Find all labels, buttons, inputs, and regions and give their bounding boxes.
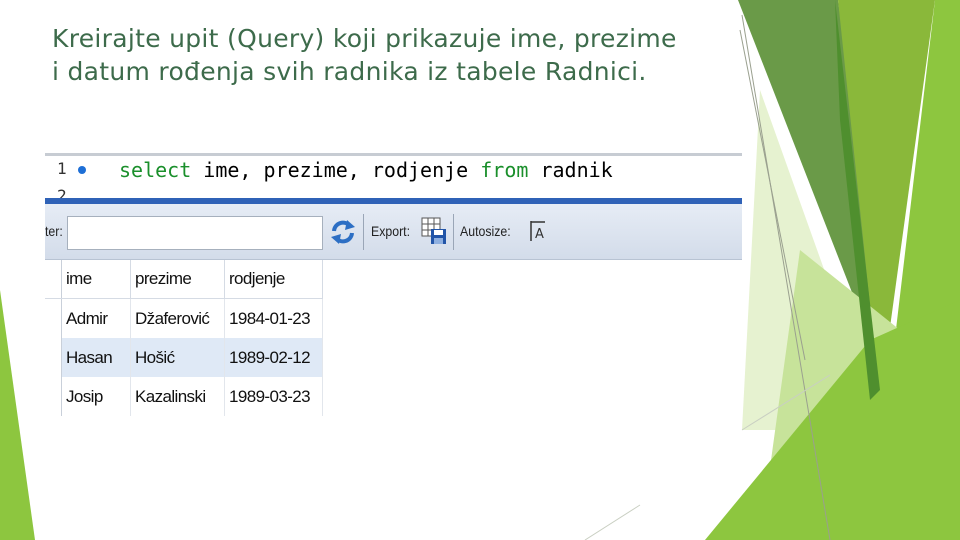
sql-code-line[interactable]: select ime, prezime, rodjenje from radni…	[119, 158, 613, 182]
column-header-prezime[interactable]: prezime	[130, 260, 225, 299]
column-header-rodjenje[interactable]: rodjenje	[224, 260, 323, 299]
result-grid[interactable]: ime prezime rodjenje Admir Džaferović 19…	[45, 260, 742, 423]
line-number: 1	[57, 159, 67, 178]
cell-rodjenje[interactable]: 1989-03-23	[224, 377, 323, 416]
export-label: Export:	[371, 223, 411, 239]
sql-table-name: radnik	[528, 158, 613, 182]
statement-marker-icon	[78, 166, 86, 174]
toolbar-separator	[363, 214, 364, 250]
filter-input[interactable]	[67, 216, 323, 250]
cell-prezime[interactable]: Kazalinski	[130, 377, 225, 416]
cell-ime[interactable]: Hasan	[61, 338, 131, 377]
thin-line-3	[584, 504, 641, 540]
mysql-workbench-screenshot: 1 2 select ime, prezime, rodjenje from r…	[45, 153, 742, 423]
refresh-icon[interactable]	[330, 218, 356, 250]
result-table: ime prezime rodjenje Admir Džaferović 19…	[45, 260, 323, 416]
row-header[interactable]	[45, 298, 62, 338]
cell-prezime[interactable]: Hošić	[130, 338, 225, 377]
row-header[interactable]	[45, 377, 62, 416]
sql-keyword-select: select	[119, 158, 192, 182]
slide-title: Kreirajte upit (Query) koji prikazuje im…	[52, 24, 677, 86]
cell-ime[interactable]: Josip	[61, 377, 131, 416]
table-row[interactable]: Josip Kazalinski 1989-03-23	[45, 377, 323, 416]
export-grid-icon[interactable]	[421, 217, 447, 249]
sql-keyword-from: from	[480, 158, 529, 182]
cell-ime[interactable]: Admir	[61, 298, 131, 338]
autosize-label: Autosize:	[460, 223, 511, 239]
result-toolbar: ter: Export: Autosize: A	[45, 204, 742, 260]
column-header-ime[interactable]: ime	[61, 260, 131, 299]
cell-prezime[interactable]: Džaferović	[130, 298, 225, 338]
header-row: ime prezime rodjenje	[45, 260, 323, 299]
filter-label: ter:	[45, 223, 63, 239]
toolbar-separator	[453, 214, 454, 250]
row-header-corner	[45, 260, 62, 299]
table-row[interactable]: Admir Džaferović 1984-01-23	[45, 298, 323, 338]
autosize-icon[interactable]: A	[529, 220, 547, 246]
table-row[interactable]: Hasan Hošić 1989-02-12	[45, 338, 323, 377]
line-number-gutter: 1 2	[45, 156, 105, 205]
row-header[interactable]	[45, 338, 62, 377]
sql-columns: ime, prezime, rodjenje	[191, 158, 481, 182]
cell-rodjenje[interactable]: 1989-02-12	[224, 338, 323, 377]
sql-editor[interactable]: 1 2 select ime, prezime, rodjenje from r…	[45, 153, 742, 205]
svg-text:A: A	[535, 227, 544, 242]
left-accent-shape	[0, 290, 35, 540]
cell-rodjenje[interactable]: 1984-01-23	[224, 298, 323, 338]
